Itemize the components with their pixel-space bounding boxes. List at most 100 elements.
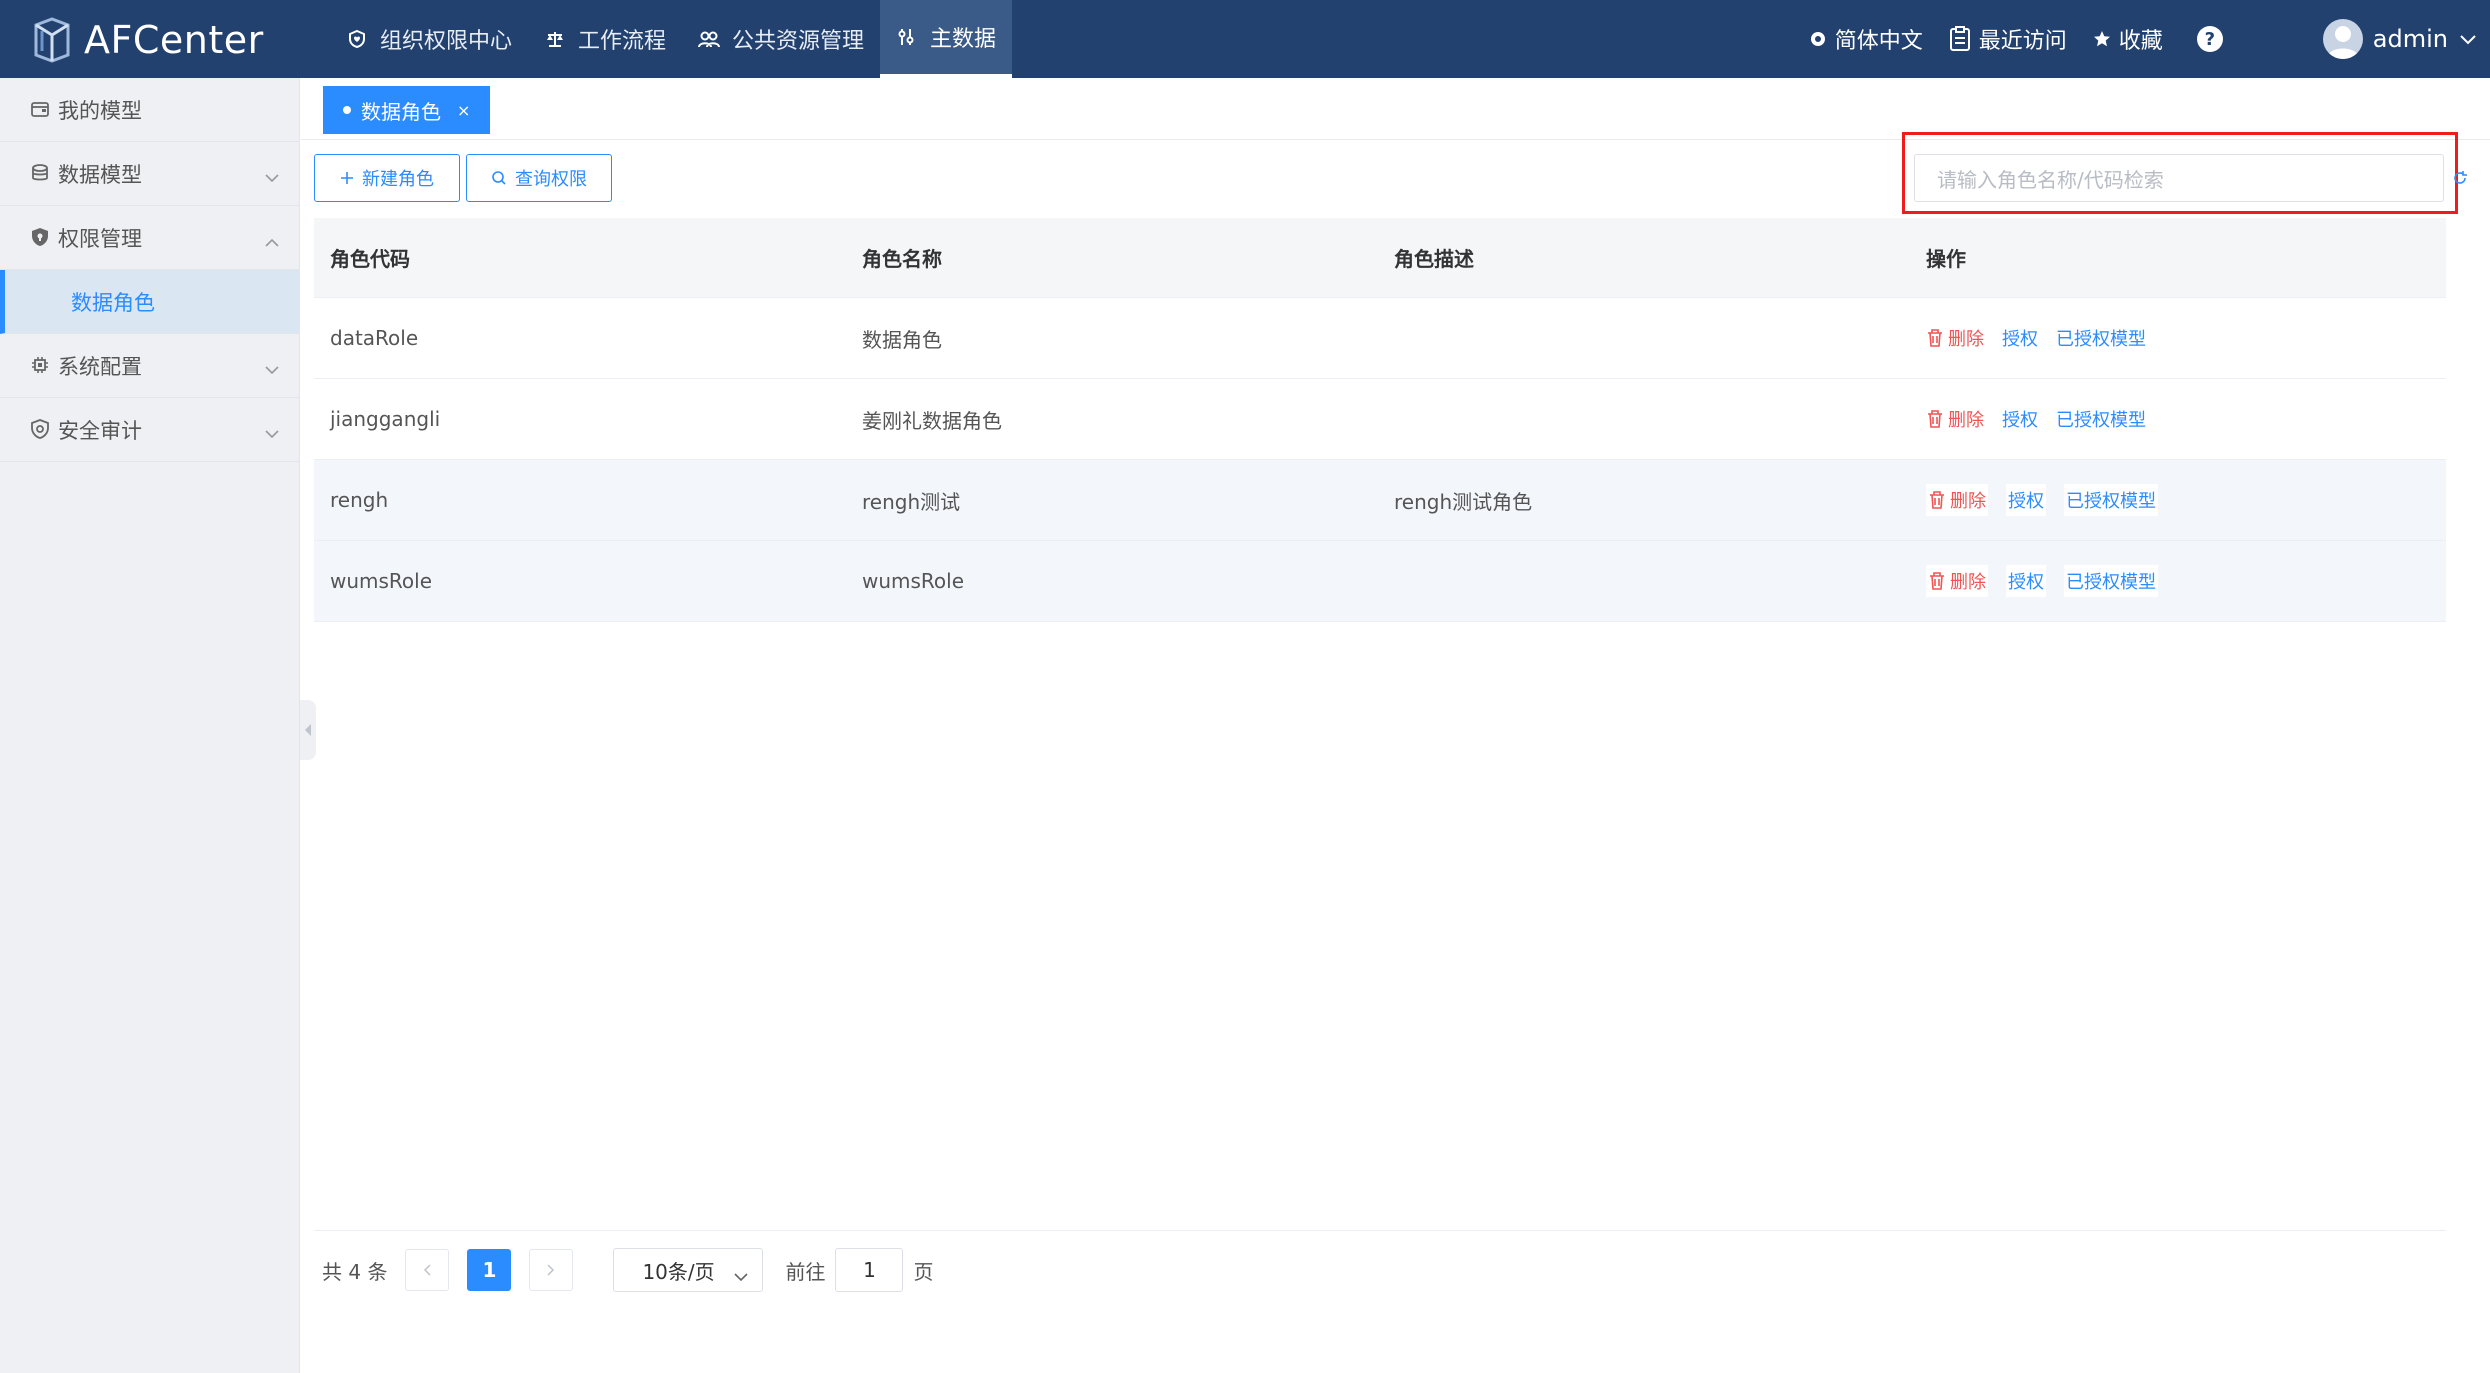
sidebar-item-label: 数据模型 bbox=[58, 162, 142, 187]
trash-icon bbox=[1928, 490, 1946, 510]
favorites-label: 收藏 bbox=[2118, 29, 2163, 54]
trash-icon bbox=[1926, 409, 1944, 429]
search-icon bbox=[491, 170, 507, 186]
recent-visits[interactable]: 最近访问 bbox=[1949, 23, 2067, 55]
page-number-current[interactable]: 1 bbox=[467, 1249, 512, 1291]
delete-label: 删除 bbox=[1948, 410, 1984, 431]
role-name: rengh测试 bbox=[862, 489, 961, 514]
goto-suffix: 页 bbox=[913, 1259, 934, 1284]
sidebar-item-permission-management[interactable]: 权限管理 bbox=[0, 206, 299, 270]
role-code: dataRole bbox=[330, 326, 419, 350]
column-header: 角色代码 bbox=[330, 247, 410, 271]
shield-icon bbox=[30, 227, 52, 249]
clipboard-icon bbox=[1949, 26, 1971, 52]
sidebar-item-security-audit[interactable]: 安全审计 bbox=[0, 398, 299, 462]
close-icon[interactable]: × bbox=[457, 101, 470, 120]
authorize-button[interactable]: 授权 bbox=[2002, 406, 2038, 432]
authorized-models-button[interactable]: 已授权模型 bbox=[2064, 484, 2158, 516]
afcenter-logo-icon bbox=[34, 17, 70, 63]
chevron-down-icon[interactable] bbox=[2460, 30, 2476, 49]
table-header: 角色代码 角色名称 角色描述 操作 bbox=[314, 218, 2446, 298]
next-page-button[interactable] bbox=[529, 1249, 574, 1291]
user-name[interactable]: admin bbox=[2373, 25, 2448, 53]
page-size-select[interactable]: 10条/页 bbox=[613, 1248, 764, 1292]
row-actions: 删除 授权 已授权模型 bbox=[1910, 325, 2446, 351]
delete-button[interactable]: 删除 bbox=[1926, 325, 1984, 351]
delete-button[interactable]: 删除 bbox=[1926, 406, 1984, 432]
favorites[interactable]: 收藏 bbox=[2093, 23, 2163, 55]
table-row[interactable]: jianggangli 姜刚礼数据角色 删除 授权 已授权模型 bbox=[314, 379, 2446, 460]
sidebar-item-label: 数据角色 bbox=[71, 290, 155, 315]
column-header: 角色名称 bbox=[862, 247, 942, 271]
main-nav: 组织权限中心 工作流程 公共资源管理 主数据 bbox=[330, 0, 1013, 78]
sidebar-item-label: 系统配置 bbox=[58, 354, 142, 379]
delete-label: 删除 bbox=[1948, 329, 1984, 350]
refresh-icon[interactable] bbox=[2452, 170, 2468, 190]
sidebar-item-data-models[interactable]: 数据模型 bbox=[0, 142, 299, 206]
sidebar-item-my-models[interactable]: 我的模型 bbox=[0, 78, 299, 142]
roles-table: 角色代码 角色名称 角色描述 操作 dataRole 数据角色 删除 授权 已授… bbox=[314, 218, 2446, 622]
new-role-button[interactable]: 新建角色 bbox=[314, 154, 460, 202]
top-navbar: AFCenter 组织权限中心 工作流程 公共资源管理 主数据 简体中文 最近访… bbox=[0, 0, 2490, 78]
nav-label: 工作流程 bbox=[578, 29, 667, 54]
database-icon bbox=[30, 163, 52, 185]
authorized-models-button[interactable]: 已授权模型 bbox=[2056, 325, 2146, 351]
active-dot-icon bbox=[343, 106, 351, 114]
role-name: wumsRole bbox=[862, 569, 965, 593]
search-input[interactable]: 请输入角色名称/代码检索 bbox=[1914, 154, 2444, 202]
sidebar-item-system-config[interactable]: 系统配置 bbox=[0, 334, 299, 398]
table-row[interactable]: rengh rengh测试 rengh测试角色 删除 授权 已授权模型 bbox=[314, 460, 2446, 541]
sidebar-item-label: 权限管理 bbox=[58, 226, 142, 251]
sidebar-item-data-roles[interactable]: 数据角色 bbox=[0, 270, 299, 334]
brand-logo[interactable]: AFCenter bbox=[32, 16, 264, 64]
chevron-right-icon bbox=[547, 1264, 555, 1276]
authorize-button[interactable]: 授权 bbox=[2006, 565, 2046, 597]
nav-workflow[interactable]: 工作流程 bbox=[528, 0, 682, 78]
query-permission-button[interactable]: 查询权限 bbox=[466, 154, 612, 202]
people-icon bbox=[698, 28, 721, 50]
sidebar-collapse-handle[interactable] bbox=[300, 700, 316, 760]
tab-data-roles[interactable]: 数据角色 × bbox=[323, 86, 491, 134]
nav-label: 主数据 bbox=[930, 27, 997, 52]
chevron-left-icon bbox=[424, 1264, 431, 1276]
authorized-models-button[interactable]: 已授权模型 bbox=[2056, 406, 2146, 432]
role-desc: rengh测试角色 bbox=[1394, 489, 1533, 514]
sidebar-item-label: 安全审计 bbox=[58, 418, 142, 443]
chevron-left-icon bbox=[305, 724, 311, 736]
brand-name: AFCenter bbox=[84, 18, 264, 62]
delete-button[interactable]: 删除 bbox=[1926, 565, 1988, 597]
trash-icon bbox=[1928, 571, 1946, 591]
shield-heart-icon bbox=[346, 28, 368, 50]
nav-public-resources[interactable]: 公共资源管理 bbox=[682, 0, 880, 78]
total-count: 共 4 条 bbox=[322, 1259, 388, 1284]
delete-button[interactable]: 删除 bbox=[1926, 484, 1988, 516]
role-code: rengh bbox=[330, 488, 389, 512]
authorize-button[interactable]: 授权 bbox=[2002, 325, 2038, 351]
pager-divider bbox=[314, 1230, 2446, 1231]
help-icon[interactable]: ? bbox=[2196, 26, 2223, 52]
plus-icon bbox=[340, 171, 354, 185]
role-name: 数据角色 bbox=[862, 327, 942, 352]
nav-org-permission-center[interactable]: 组织权限中心 bbox=[330, 0, 528, 78]
language-switch[interactable]: 简体中文 bbox=[1809, 23, 1923, 55]
star-icon bbox=[2093, 30, 2111, 48]
table-row[interactable]: wumsRole wumsRole 删除 授权 已授权模型 bbox=[314, 541, 2446, 622]
chevron-down-icon bbox=[265, 420, 279, 444]
recent-label: 最近访问 bbox=[1978, 29, 2067, 54]
wallet-icon bbox=[30, 99, 52, 121]
trash-icon bbox=[1926, 328, 1944, 348]
sidebar: 我的模型 数据模型 权限管理 数据角色 系统配置 安全审计 bbox=[0, 78, 300, 1373]
nav-master-data[interactable]: 主数据 bbox=[880, 0, 1013, 78]
authorized-models-button[interactable]: 已授权模型 bbox=[2064, 565, 2158, 597]
chevron-down-icon bbox=[265, 356, 279, 380]
authorize-button[interactable]: 授权 bbox=[2006, 484, 2046, 516]
row-actions: 删除 授权 已授权模型 bbox=[1910, 406, 2446, 432]
prev-page-button[interactable] bbox=[405, 1249, 450, 1291]
cpu-icon bbox=[30, 355, 52, 377]
goto-page-input[interactable]: 1 bbox=[835, 1248, 904, 1292]
avatar[interactable] bbox=[2322, 19, 2363, 59]
chevron-down-icon bbox=[265, 164, 279, 188]
goto-prefix: 前往 bbox=[785, 1259, 826, 1284]
page-size-value: 10条/页 bbox=[642, 1259, 715, 1284]
table-row[interactable]: dataRole 数据角色 删除 授权 已授权模型 bbox=[314, 298, 2446, 379]
